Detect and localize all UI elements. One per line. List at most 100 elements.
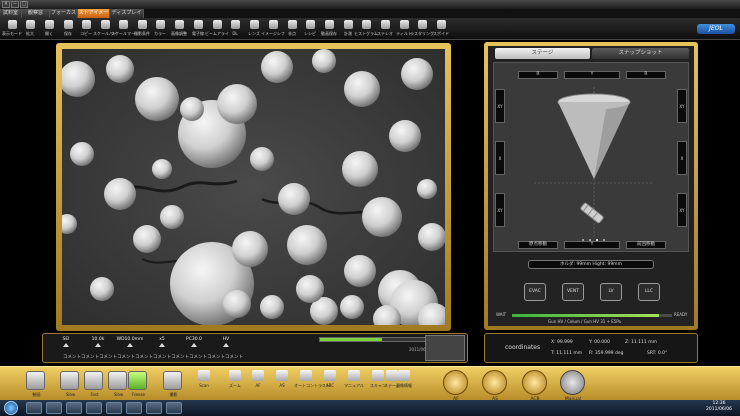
bottom-tool2-icon: [348, 370, 360, 381]
bottom-tool2-button[interactable]: ABC: [322, 370, 338, 388]
toolbar-button[interactable]: DL: [227, 19, 243, 39]
round-manual-button[interactable]: Manual: [560, 370, 585, 402]
bottom-tool2-button[interactable]: マニュアル: [344, 370, 364, 388]
llc-button[interactable]: LLC: [638, 283, 660, 301]
evac-button[interactable]: EVAC: [524, 283, 546, 301]
taskbar-app-icon[interactable]: [106, 402, 122, 414]
bottom-tool-button[interactable]: Slow: [60, 371, 79, 397]
tilt-y-down-button[interactable]: Y: [564, 241, 620, 249]
toolbar-button[interactable]: ビームアライメント: [205, 19, 229, 39]
particle-sphere: [344, 71, 380, 107]
tab-stage[interactable]: ステージ: [495, 48, 590, 59]
bottom-tool-label: Slow: [65, 392, 76, 397]
taskbar-word-icon[interactable]: [146, 402, 162, 414]
toolbar-button[interactable]: ステレオ: [377, 19, 393, 39]
bottom-tool2-button[interactable]: オートコントラスト: [294, 370, 330, 388]
toolbar-button[interactable]: 動画保存: [321, 19, 337, 39]
move-x-right-button[interactable]: X: [677, 141, 687, 175]
particle-sphere: [344, 255, 376, 287]
bottom-tool-button[interactable]: 撮影: [163, 371, 182, 397]
tab-sample-chamber[interactable]: 試料室: [0, 9, 22, 18]
beam-icon: [194, 20, 203, 29]
particle-sphere: [250, 147, 274, 171]
move-xy-upleft-button[interactable]: XY: [495, 89, 505, 123]
tab-observation[interactable]: 観察窓: [22, 9, 50, 18]
toolbar-button[interactable]: ヒストグラム: [354, 19, 378, 39]
comment-text[interactable]: コメントコメントコメントコメントコメントコメントコメントコメントコメントコメント: [63, 354, 243, 360]
status-pc[interactable]: PC30.0: [179, 337, 209, 347]
start-menu-icon[interactable]: [4, 401, 18, 415]
toolbar-button[interactable]: スケールマーク: [111, 19, 135, 39]
bottom-tool-button[interactable]: 動画: [26, 371, 45, 397]
origin-move-button[interactable]: 原点移動: [518, 241, 558, 249]
toolbar-button[interactable]: スポイド: [433, 19, 449, 39]
move-xy-upright-button[interactable]: XY: [677, 89, 687, 123]
taskbar-app-icon[interactable]: [46, 402, 62, 414]
tab-store-image[interactable]: ストアイメージ: [78, 9, 110, 25]
particle-sphere: [362, 197, 402, 237]
particle-sphere: [401, 58, 433, 90]
toolbar-button[interactable]: 拡大: [22, 19, 38, 39]
toolbar-button[interactable]: レンズ: [246, 19, 262, 39]
bottom-tool-button[interactable]: Fast: [84, 371, 103, 397]
round-acb-button[interactable]: ACB: [522, 370, 547, 402]
taskbar-app-icon[interactable]: [86, 402, 102, 414]
toolbar-button[interactable]: 開く: [41, 19, 57, 39]
open-folder-icon: [45, 20, 54, 29]
tab-display[interactable]: ディスプレイ: [110, 9, 144, 18]
close-icon[interactable]: ×: [2, 1, 10, 8]
status-wd[interactable]: WD10.0mm: [115, 337, 145, 347]
bottom-tool-label: Fast: [90, 392, 99, 397]
thumbnail-image[interactable]: [425, 335, 465, 361]
previous-move-button[interactable]: 前回移動: [626, 241, 666, 249]
particle-sphere: [418, 223, 445, 251]
bottom-tool2-label: Scan: [199, 383, 209, 388]
bottom-tool2-icon: [398, 370, 410, 381]
zoom-icon: [26, 20, 35, 29]
bottom-tool-button[interactable]: Slow: [108, 371, 127, 397]
toolbar-button[interactable]: カラー: [152, 19, 168, 39]
maximize-icon[interactable]: □: [20, 1, 28, 8]
taskbar-app-icon[interactable]: [26, 402, 42, 414]
round-as-button[interactable]: AS: [482, 370, 507, 402]
bottom-tool2-label: AS: [279, 383, 285, 388]
toolbar-button[interactable]: イメージシフト: [261, 19, 285, 39]
bottom-tool2-button[interactable]: AS: [274, 370, 290, 388]
bottom-tool2-button[interactable]: ズーム: [227, 370, 243, 388]
tab-focus[interactable]: フォーカス: [50, 9, 78, 18]
bottom-tool2-button[interactable]: 画像情報: [396, 370, 412, 388]
bottom-tool2-button[interactable]: AF: [250, 370, 266, 388]
toolbar-button[interactable]: 画像調整: [171, 19, 187, 39]
status-detector[interactable]: SEI: [51, 337, 81, 347]
bottom-tool-button[interactable]: Freeze: [128, 371, 147, 397]
minimize-icon[interactable]: −: [11, 1, 19, 8]
toolbar-button[interactable]: ラスタリング: [410, 19, 434, 39]
toolbar-button[interactable]: 電子線: [190, 19, 206, 39]
bottom-tool2-button[interactable]: Scan: [196, 370, 212, 388]
move-x-left-button[interactable]: X: [495, 141, 505, 175]
toolbar-button[interactable]: レシピ: [302, 19, 318, 39]
taskbar-app-icon[interactable]: [126, 402, 142, 414]
bottom-tool2-icon: [198, 370, 210, 381]
taskbar-app-icon[interactable]: [66, 402, 82, 414]
move-xy-downleft-button[interactable]: XY: [495, 193, 505, 227]
status-magnification[interactable]: 10.0k: [83, 337, 113, 347]
rotate-right-button[interactable]: R: [626, 71, 666, 79]
vent-button[interactable]: VENT: [562, 283, 584, 301]
move-xy-downright-button[interactable]: XY: [677, 193, 687, 227]
holder-info: ホルダ: 99mm Hight: 99mm: [528, 260, 654, 269]
round-af-button[interactable]: AF: [443, 370, 468, 402]
sem-image[interactable]: [62, 49, 445, 325]
toolbar-button-label: スポイド: [433, 31, 449, 36]
rotate-left-button[interactable]: R: [518, 71, 558, 79]
toolbar-button[interactable]: コピー: [78, 19, 94, 39]
tilt-y-button[interactable]: Y: [564, 71, 620, 79]
lv-button[interactable]: LV: [600, 283, 622, 301]
taskbar-clock[interactable]: 12:36 2011/06/06: [700, 401, 738, 413]
status-scan[interactable]: x5: [147, 337, 177, 347]
status-hv[interactable]: HV: [211, 337, 241, 347]
bottom-tool-label: 撮影: [169, 392, 178, 397]
tab-snapshot[interactable]: スナップショット: [592, 48, 689, 59]
taskbar-app-icon[interactable]: [166, 402, 182, 414]
particle-sphere: [260, 295, 284, 319]
